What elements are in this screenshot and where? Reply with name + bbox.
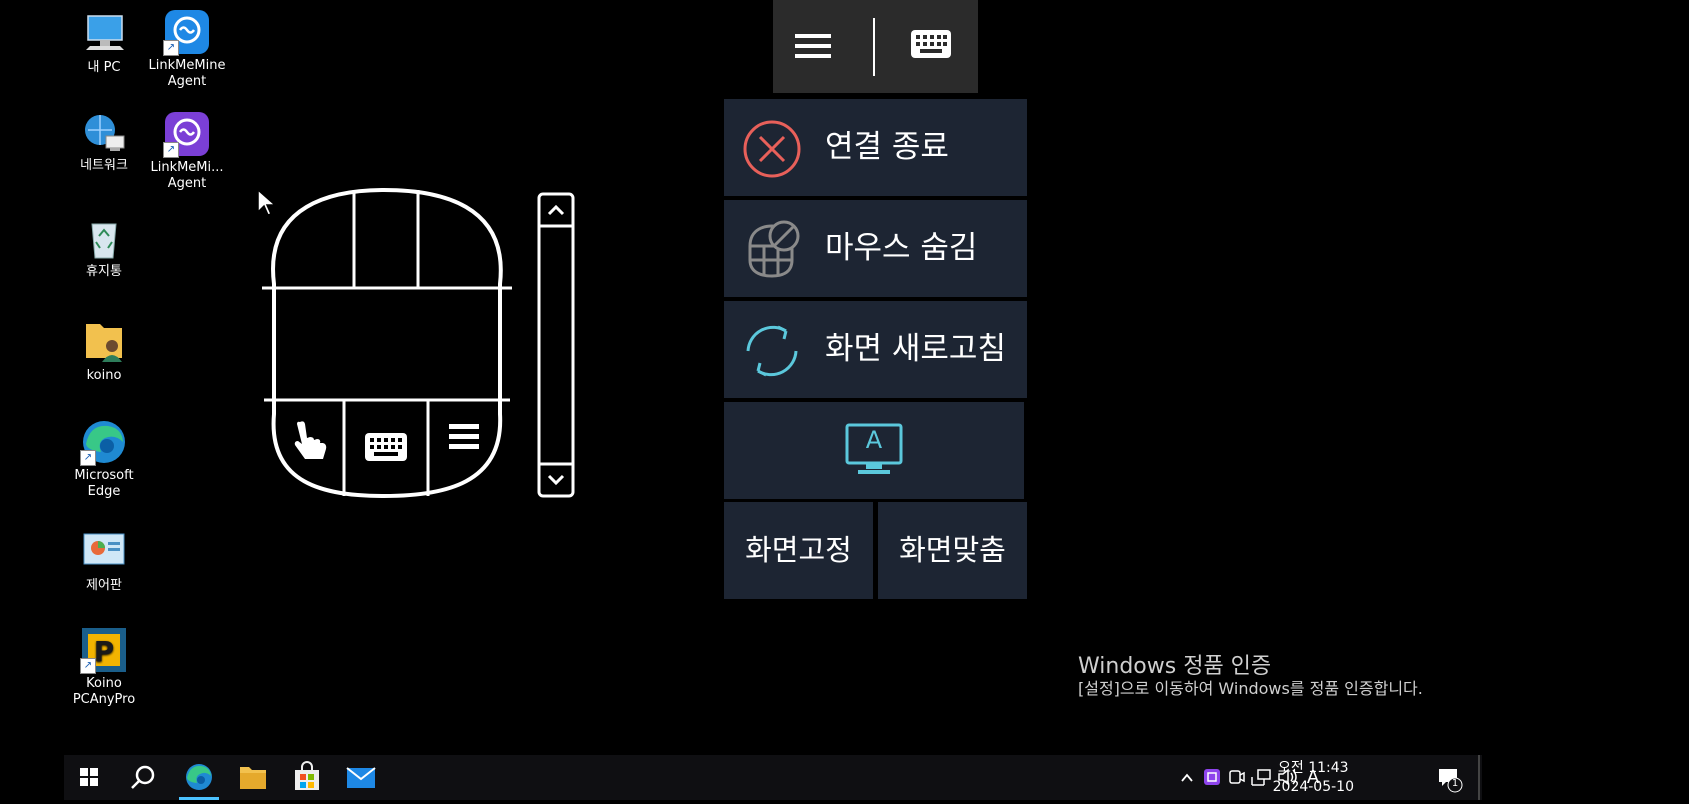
desktop-icon-network[interactable]: 네트워크 <box>62 108 146 174</box>
folder-icon <box>240 767 266 789</box>
desktop-icon-linkmemine-agent[interactable]: ↗ LinkMeMine Agent <box>145 8 229 90</box>
show-hidden-icons-button[interactable] <box>1180 755 1194 800</box>
pc-icon <box>80 10 128 58</box>
disconnect-label: 연결 종료 <box>825 129 949 165</box>
keyboard-icon[interactable] <box>364 432 408 462</box>
scroll-down-button[interactable] <box>537 464 575 498</box>
desktop-icon-label: 휴지통 <box>86 264 122 279</box>
taskbar: A 오전 11:43 2024-05-10 1 <box>64 755 1482 800</box>
activation-watermark-text: [설정]으로 이동하여 Windows를 정품 인증합니다. <box>1078 679 1423 698</box>
desktop-icon-label: Microsoft Edge <box>74 468 134 499</box>
hide-mouse-label: 마우스 숨김 <box>825 230 978 266</box>
disconnect-button[interactable]: 연결 종료 <box>724 99 1027 196</box>
mouse-touch-area[interactable] <box>262 290 512 398</box>
desktop-icon-label: 네트워크 <box>80 158 128 173</box>
scroll-up-button[interactable] <box>537 192 575 226</box>
network-icon <box>80 108 128 156</box>
shortcut-arrow-icon: ↗ <box>163 40 179 56</box>
linkmemine-icon: ↗ <box>163 8 211 56</box>
shortcut-arrow-icon: ↗ <box>80 658 96 674</box>
hamburger-menu-button[interactable] <box>783 18 843 74</box>
desktop-icon-koino[interactable]: koino <box>62 318 146 384</box>
taskbar-edge[interactable] <box>174 755 224 800</box>
refresh-icon <box>746 325 798 377</box>
mouse-left-button[interactable] <box>254 184 362 284</box>
fix-screen-button[interactable]: 화면고정 <box>724 502 873 599</box>
notification-center-button[interactable]: 1 <box>1434 755 1464 800</box>
desktop-icon-label: koino <box>86 368 122 383</box>
control-panel-icon <box>80 528 128 576</box>
close-circle-icon <box>743 120 801 178</box>
recycle-bin-icon <box>80 214 128 262</box>
store-icon <box>295 761 319 790</box>
desktop-icon-label: LinkMeMi... Agent <box>150 160 224 191</box>
menu-lines-icon[interactable] <box>447 422 481 452</box>
pcanypro-icon: P ↗ <box>80 626 128 674</box>
desktop-icon-microsoft-edge[interactable]: ↗ Microsoft Edge <box>62 418 146 500</box>
desktop-icon-koino-pcanypro[interactable]: P ↗ Koino PCAnyPro <box>62 626 146 708</box>
network-wired-icon <box>1251 769 1271 786</box>
linkmemine-purple-icon: ↗ <box>163 110 211 158</box>
search-icon <box>131 765 155 789</box>
desktop-icon-label: 내 PC <box>87 60 121 75</box>
taskbar-mail[interactable] <box>336 755 386 800</box>
search-button[interactable] <box>118 755 168 800</box>
fit-screen-button[interactable]: 화면맞춤 <box>878 502 1027 599</box>
activation-watermark-title: Windows 정품 인증 <box>1078 654 1272 679</box>
desktop-icon-label: 제어판 <box>86 578 122 593</box>
clock-date: 2024-05-10 <box>1272 779 1354 795</box>
clock-time: 오전 11:43 <box>1278 760 1349 776</box>
hand-pointer-icon[interactable] <box>286 418 330 462</box>
windows-logo-icon <box>80 768 98 786</box>
mouse-middle-button[interactable] <box>354 184 418 284</box>
chevron-up-icon <box>1181 773 1193 782</box>
mouse-hide-icon <box>748 220 800 278</box>
shortcut-arrow-icon: ↗ <box>80 450 96 466</box>
desktop-icon-this-pc[interactable]: 내 PC <box>62 10 146 76</box>
remote-toolbar <box>773 0 978 93</box>
edge-icon: ↗ <box>80 418 128 466</box>
toolbar-divider <box>873 18 875 76</box>
start-button[interactable] <box>64 755 114 800</box>
camera-icon <box>1229 770 1245 784</box>
monitor-letter: A <box>865 426 883 454</box>
taskbar-file-explorer[interactable] <box>228 755 278 800</box>
show-desktop-button[interactable] <box>1478 755 1480 800</box>
edge-icon <box>179 764 219 800</box>
keyboard-icon <box>911 30 951 58</box>
user-folder-icon <box>80 318 128 366</box>
tray-linkmemine[interactable] <box>1202 755 1222 800</box>
desktop-icon-linkmemine-agent-2[interactable]: ↗ LinkMeMi... Agent <box>145 110 229 192</box>
tray-meet-now[interactable] <box>1226 755 1246 800</box>
desktop-icon-label: Koino PCAnyPro <box>72 676 136 707</box>
notification-count: 1 <box>1451 778 1459 789</box>
shortcut-arrow-icon: ↗ <box>163 142 179 158</box>
hamburger-icon <box>795 34 831 58</box>
linkmemine-tray-icon <box>1204 769 1220 785</box>
tray-network[interactable] <box>1250 755 1272 800</box>
refresh-screen-label: 화면 새로고침 <box>825 331 1006 367</box>
desktop-icon-label: LinkMeMine Agent <box>148 58 226 89</box>
scroll-wheel-bar[interactable] <box>537 192 575 498</box>
hide-mouse-button[interactable]: 마우스 숨김 <box>724 200 1027 297</box>
mail-icon <box>346 767 376 788</box>
keyboard-button[interactable] <box>901 18 961 74</box>
desktop-icon-control-panel[interactable]: 제어판 <box>62 528 146 594</box>
taskbar-clock[interactable]: 오전 11:43 2024-05-10 <box>1273 759 1354 797</box>
refresh-screen-button[interactable]: 화면 새로고침 <box>724 301 1027 398</box>
svg-text:P: P <box>94 635 115 668</box>
taskbar-microsoft-store[interactable] <box>282 755 332 800</box>
mouse-right-button[interactable] <box>418 184 518 284</box>
desktop-icon-recycle-bin[interactable]: 휴지통 <box>62 214 146 280</box>
monitor-select-button[interactable]: A <box>724 402 1024 499</box>
